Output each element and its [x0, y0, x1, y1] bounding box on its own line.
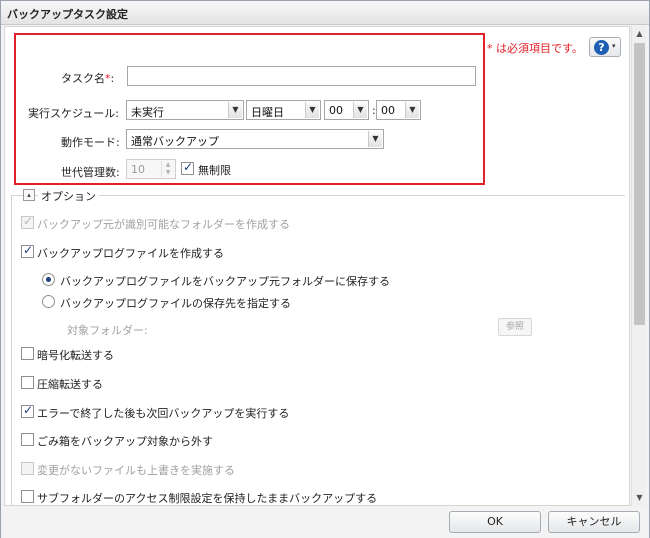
mode-value: 通常バックアップ — [131, 135, 219, 148]
option-checkbox-retry-after-error[interactable] — [21, 403, 34, 418]
option-checkbox-encrypt[interactable] — [21, 347, 34, 360]
dialog-title: バックアップタスク設定 — [7, 8, 128, 21]
generations-stepper[interactable]: 10 ▲ ▼ — [126, 159, 176, 179]
browse-button: 参照 — [498, 318, 532, 336]
chevron-down-icon: ▾ — [612, 42, 616, 50]
target-folder-label: 対象フォルダー: — [67, 324, 148, 337]
task-name-colon: : — [110, 72, 115, 85]
schedule-frequency-select[interactable]: 未実行 ▼ — [126, 100, 244, 120]
options-divider — [11, 195, 625, 196]
cancel-button[interactable]: キャンセル — [548, 511, 640, 533]
schedule-hour-value: 00 — [329, 104, 343, 117]
dialog-content: * は必須項目です。 ? ▾ タスク名*: 実行スケジュール: 未実行 ▼ 日曜… — [4, 26, 630, 506]
collapse-toggle-icon[interactable]: ▴ — [23, 189, 35, 201]
option-label: サブフォルダーのアクセス制限設定を保持したままバックアップする — [37, 492, 378, 505]
option-label: ごみ箱をバックアップ対象から外す — [37, 435, 213, 448]
chevron-down-icon: ▼ — [228, 102, 242, 118]
backup-task-dialog: バックアップタスク設定 * は必須項目です。 ? ▾ タスク名*: 実行スケジュ… — [0, 0, 650, 538]
schedule-minute-value: 00 — [381, 104, 395, 117]
scroll-down-icon[interactable]: ▼ — [633, 491, 646, 505]
help-button[interactable]: ? ▾ — [589, 37, 621, 57]
schedule-label: 実行スケジュール: — [28, 107, 119, 120]
chevron-down-icon: ▼ — [368, 131, 382, 147]
required-note: * は必須項目です。 — [487, 42, 583, 55]
schedule-day-select[interactable]: 日曜日 ▼ — [246, 100, 321, 120]
schedule-minute-select[interactable]: 00 ▼ — [376, 100, 421, 120]
schedule-hour-select[interactable]: 00 ▼ — [324, 100, 369, 120]
option-checkbox-compress[interactable] — [21, 376, 34, 389]
option-label: バックアップログファイルをバックアップ元フォルダーに保存する — [60, 275, 390, 288]
schedule-day-value: 日曜日 — [251, 106, 284, 119]
scroll-up-icon[interactable]: ▲ — [633, 27, 646, 41]
vertical-scrollbar[interactable]: ▲ ▼ — [631, 26, 646, 506]
chevron-down-icon: ▼ — [353, 102, 367, 118]
radio-log-source-folder[interactable] — [42, 273, 55, 286]
option-label: 変更がないファイルも上書きを実施する — [37, 464, 235, 477]
dialog-footer: OK キャンセル — [1, 507, 649, 538]
option-checkbox-keep-acl[interactable] — [21, 490, 34, 503]
chevron-down-icon: ▼ — [405, 102, 419, 118]
option-label: 圧縮転送する — [37, 378, 103, 391]
option-label: バックアップログファイルの保存先を指定する — [60, 297, 291, 310]
option-label: バックアップログファイルを作成する — [37, 247, 224, 260]
chevron-down-icon: ▼ — [305, 102, 319, 118]
title-bar: バックアップタスク設定 — [1, 1, 649, 25]
mode-label: 動作モード: — [61, 136, 120, 149]
options-border — [11, 195, 12, 505]
mode-select[interactable]: 通常バックアップ ▼ — [126, 129, 384, 149]
task-name-label: タスク名*: — [61, 70, 114, 86]
schedule-frequency-value: 未実行 — [131, 106, 164, 119]
option-checkbox-create-log[interactable] — [21, 243, 34, 258]
option-label: エラーで終了した後も次回バックアップを実行する — [37, 407, 290, 420]
scrollbar-thumb[interactable] — [634, 43, 645, 325]
task-name-input[interactable] — [127, 66, 476, 86]
option-checkbox-identifiable-folder — [21, 214, 34, 229]
option-label: バックアップ元が識別可能なフォルダーを作成する — [37, 218, 290, 231]
generations-label: 世代管理数: — [61, 166, 120, 179]
radio-log-custom-path[interactable] — [42, 295, 55, 308]
option-checkbox-overwrite-unchanged — [21, 462, 34, 475]
ok-button[interactable]: OK — [449, 511, 541, 533]
stepper-arrows-icon: ▲ ▼ — [161, 161, 174, 177]
unlimited-label: 無制限 — [198, 164, 231, 177]
option-label: 暗号化転送する — [37, 349, 114, 362]
question-mark-icon: ? — [594, 40, 609, 55]
options-section-label: オプション — [38, 188, 99, 204]
generations-value: 10 — [131, 163, 145, 176]
option-checkbox-exclude-trash[interactable] — [21, 433, 34, 446]
task-name-label-text: タスク名 — [61, 72, 105, 85]
unlimited-checkbox[interactable] — [181, 160, 194, 175]
